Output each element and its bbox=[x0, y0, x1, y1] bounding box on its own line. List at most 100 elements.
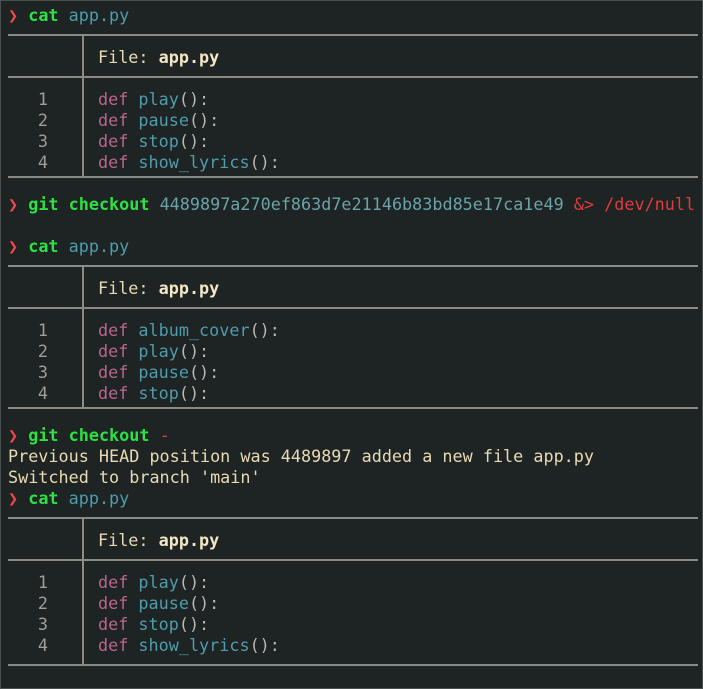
function-name: play bbox=[138, 89, 179, 109]
punctuation: (): bbox=[178, 341, 210, 361]
command-line-cat-3: ❯ cat app.py bbox=[8, 488, 129, 509]
prompt-icon: ❯ bbox=[8, 5, 19, 25]
command-line-git-checkout-hash: ❯ git checkout 4489897a270ef863d7e21146b… bbox=[8, 194, 695, 215]
output-line: Previous HEAD position was 4489897 added… bbox=[8, 446, 594, 466]
divider-header bbox=[8, 76, 698, 78]
file-header: File: app.py bbox=[98, 278, 219, 299]
punctuation: (): bbox=[249, 152, 280, 172]
keyword: def bbox=[98, 362, 129, 382]
command-line-cat-2: ❯ cat app.py bbox=[8, 236, 129, 257]
prompt-icon: ❯ bbox=[8, 236, 19, 256]
line-number: 2 bbox=[37, 110, 48, 130]
code-line: def play(): bbox=[98, 572, 209, 593]
divider-top bbox=[8, 34, 698, 36]
function-name: stop bbox=[138, 383, 179, 403]
code-line: def stop(): bbox=[98, 614, 209, 635]
divider-header bbox=[8, 307, 698, 309]
divider-bottom bbox=[8, 664, 698, 666]
line-number: 2 bbox=[37, 593, 48, 613]
command-name: git checkout bbox=[28, 425, 150, 445]
gutter-separator bbox=[82, 36, 84, 76]
punctuation: (): bbox=[249, 635, 280, 655]
file-header: File: app.py bbox=[98, 47, 219, 68]
code-line: def pause(): bbox=[98, 110, 219, 131]
punctuation: (): bbox=[178, 131, 210, 151]
line-number: 3 bbox=[37, 362, 48, 382]
function-name: show_lyrics bbox=[138, 635, 250, 655]
line-number: 4 bbox=[37, 383, 48, 403]
function-name: play bbox=[138, 341, 179, 361]
keyword: def bbox=[98, 89, 129, 109]
file-name: app.py bbox=[158, 530, 220, 550]
line-number: 1 bbox=[37, 320, 48, 340]
file-name: app.py bbox=[158, 278, 220, 298]
redirect-operator: &> bbox=[573, 194, 595, 214]
file-label: File: bbox=[98, 47, 149, 67]
divider-top bbox=[8, 517, 698, 519]
command-name: git checkout bbox=[28, 194, 150, 214]
code-line: def stop(): bbox=[98, 131, 209, 152]
keyword: def bbox=[98, 341, 129, 361]
divider-header bbox=[8, 559, 698, 561]
function-name: stop bbox=[138, 131, 179, 151]
line-number: 4 bbox=[37, 635, 48, 655]
function-name: album_cover bbox=[138, 320, 250, 340]
keyword: def bbox=[98, 383, 129, 403]
function-name: pause bbox=[138, 362, 189, 382]
divider-bottom bbox=[8, 176, 698, 178]
punctuation: (): bbox=[188, 362, 220, 382]
keyword: def bbox=[98, 320, 129, 340]
file-label: File: bbox=[98, 530, 149, 550]
code-line: def play(): bbox=[98, 89, 209, 110]
code-line: def album_cover(): bbox=[98, 320, 280, 341]
gutter-separator bbox=[82, 519, 84, 559]
line-number: 1 bbox=[37, 572, 48, 592]
punctuation: (): bbox=[178, 383, 210, 403]
commit-hash: 4489897a270ef863d7e21146b83bd85e17ca1e49 bbox=[159, 194, 564, 214]
function-name: play bbox=[138, 572, 179, 592]
line-number: 3 bbox=[37, 614, 48, 634]
code-line: def pause(): bbox=[98, 593, 219, 614]
keyword: def bbox=[98, 152, 129, 172]
command-argument: app.py bbox=[68, 236, 130, 256]
punctuation: (): bbox=[188, 110, 220, 130]
command-line-cat-1: ❯ cat app.py bbox=[8, 5, 129, 26]
command-argument: app.py bbox=[68, 5, 130, 25]
command-line-git-checkout-dash: ❯ git checkout - bbox=[8, 425, 170, 446]
command-name: cat bbox=[28, 488, 59, 508]
function-name: show_lyrics bbox=[138, 152, 250, 172]
file-label: File: bbox=[98, 278, 149, 298]
divider-bottom bbox=[8, 407, 698, 409]
punctuation: (): bbox=[178, 572, 210, 592]
command-name: cat bbox=[28, 5, 59, 25]
redirect-target: /dev/null bbox=[604, 194, 696, 214]
code-line: def pause(): bbox=[98, 362, 219, 383]
command-name: cat bbox=[28, 236, 59, 256]
code-line: def stop(): bbox=[98, 383, 209, 404]
terminal-window[interactable]: ❯ cat app.py File: app.py 1 def play(): … bbox=[0, 0, 703, 689]
punctuation: (): bbox=[178, 89, 210, 109]
gutter-separator bbox=[82, 267, 84, 307]
function-name: pause bbox=[138, 593, 189, 613]
function-name: pause bbox=[138, 110, 189, 130]
keyword: def bbox=[98, 635, 129, 655]
code-line: def show_lyrics(): bbox=[98, 635, 280, 656]
file-name: app.py bbox=[158, 47, 220, 67]
keyword: def bbox=[98, 614, 129, 634]
prompt-icon: ❯ bbox=[8, 194, 19, 214]
gutter-separator bbox=[82, 78, 84, 176]
keyword: def bbox=[98, 572, 129, 592]
divider-top bbox=[8, 265, 698, 267]
code-line: def show_lyrics(): bbox=[98, 152, 280, 173]
command-argument: app.py bbox=[68, 488, 130, 508]
command-argument: - bbox=[159, 425, 170, 445]
keyword: def bbox=[98, 131, 129, 151]
code-line: def play(): bbox=[98, 341, 209, 362]
function-name: stop bbox=[138, 614, 179, 634]
output-line: Switched to branch 'main' bbox=[8, 467, 261, 487]
keyword: def bbox=[98, 110, 129, 130]
line-number: 4 bbox=[37, 152, 48, 172]
file-header: File: app.py bbox=[98, 530, 219, 551]
punctuation: (): bbox=[249, 320, 280, 340]
punctuation: (): bbox=[188, 593, 220, 613]
